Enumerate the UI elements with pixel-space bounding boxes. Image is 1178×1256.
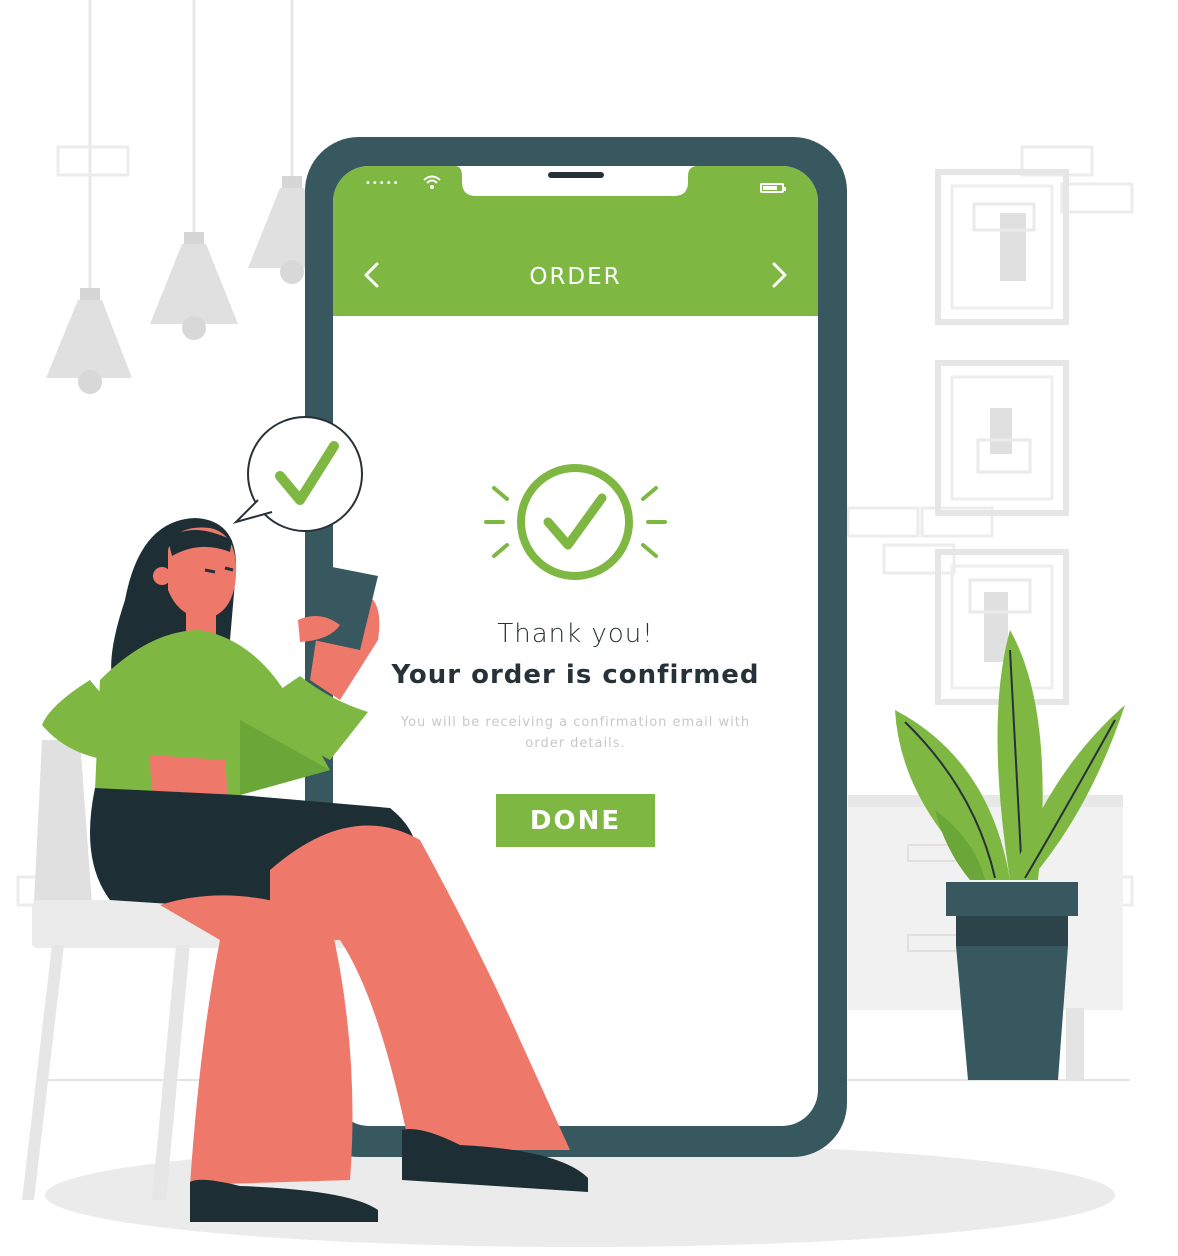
order-confirmed-title: Your order is confirmed	[391, 660, 760, 690]
hanging-lamps	[46, 0, 336, 394]
page-title: ORDER	[529, 264, 622, 290]
wifi-icon	[423, 175, 441, 189]
order-nav-bar: ORDER	[333, 242, 818, 312]
status-bar: •••••	[333, 166, 818, 204]
signal-dots-icon: •••••	[365, 178, 400, 189]
wall-frames	[935, 169, 1069, 705]
battery-icon	[760, 183, 786, 193]
forward-button[interactable]	[764, 260, 794, 290]
thank-you-heading: Thank you!	[497, 619, 654, 649]
phone-screen: ••••• ORDER Thank you! Your order is con…	[333, 166, 818, 1126]
confirmation-message: You will be receiving a confirmation ema…	[400, 715, 751, 751]
done-button[interactable]: DONE	[496, 794, 655, 847]
chevron-right-icon	[772, 262, 787, 288]
